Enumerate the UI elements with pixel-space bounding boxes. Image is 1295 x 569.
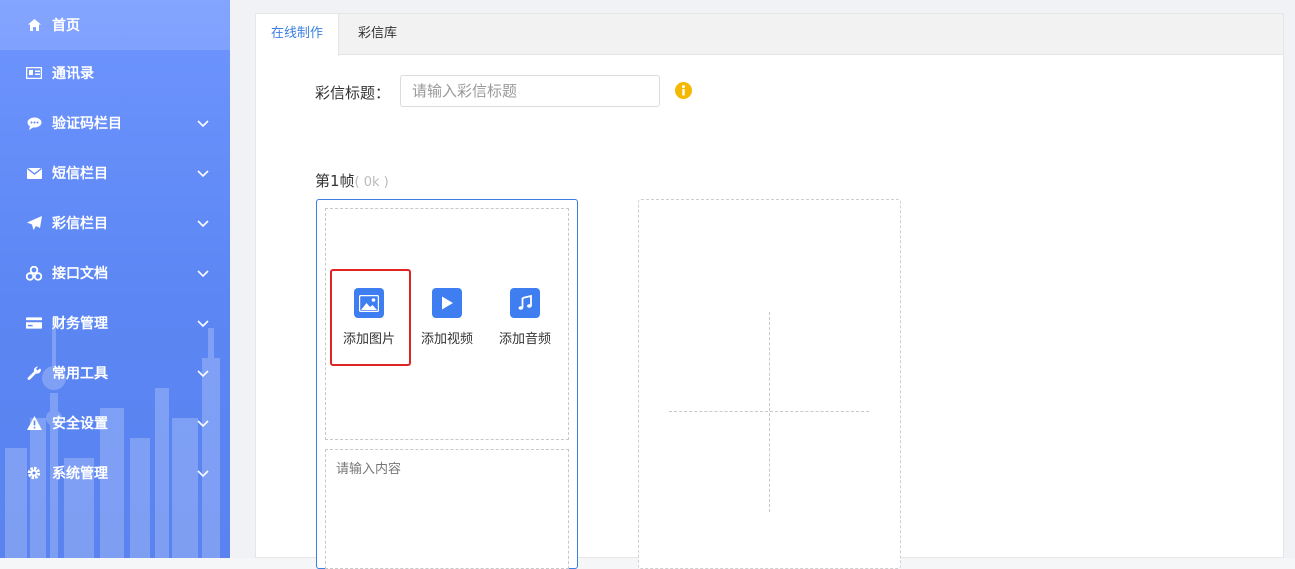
envelope-icon [26,165,42,181]
chat-bubble-icon [26,115,42,131]
chevron-down-icon [197,220,209,228]
sidebar-item-label: 财务管理 [52,316,108,332]
sidebar-item-label: 彩信栏目 [52,216,108,232]
contact-card-icon [26,65,42,81]
chevron-down-icon [197,270,209,278]
chevron-down-icon [197,470,209,478]
frame-size: ( 0k ) [354,175,389,190]
add-audio-button[interactable]: 添加音频 [487,288,563,354]
chevron-down-icon [197,370,209,378]
warning-icon [26,415,42,431]
sidebar-item-label: 系统管理 [52,466,108,482]
chevron-down-icon [197,420,209,428]
mms-title-label: 彩信标题： [315,84,391,102]
add-video-button[interactable]: 添加视频 [409,288,485,354]
sidebar-item-label: 常用工具 [52,366,108,382]
chevron-down-icon [197,170,209,178]
chevron-down-icon [197,320,209,328]
frame-heading: 第1帧( 0k ) [315,170,389,191]
sidebar-item-label: 安全设置 [52,416,108,432]
sidebar-item-contacts[interactable]: 通讯录 [0,48,230,98]
sidebar-item-home[interactable]: 首页 [0,0,230,50]
sidebar-item-label: 接口文档 [52,266,108,282]
sidebar-item-tools[interactable]: 常用工具 [0,348,230,398]
sidebar-item-label: 首页 [52,18,80,34]
sidebar-item-api-docs[interactable]: 接口文档 [0,248,230,298]
chevron-down-icon [197,120,209,128]
sidebar-item-finance[interactable]: 财务管理 [0,298,230,348]
wrench-icon [26,365,42,381]
sidebar-item-security[interactable]: 安全设置 [0,398,230,448]
gear-icon [26,465,42,481]
frame-label: 第1帧 [315,172,355,190]
highlight-box [330,269,411,366]
add-video-label: 添加视频 [420,332,473,347]
tab-bar: 在线制作 彩信库 [256,14,1283,56]
sidebar-item-verification-code[interactable]: 验证码栏目 [0,98,230,148]
api-cubes-icon [26,265,42,281]
sidebar-item-system[interactable]: 系统管理 [0,448,230,498]
sidebar-item-label: 通讯录 [52,66,94,82]
video-play-icon [432,288,462,318]
sidebar-item-sms[interactable]: 短信栏目 [0,148,230,198]
home-icon [26,17,42,33]
paper-plane-icon [26,215,42,231]
tab-online-create[interactable]: 在线制作 [256,14,340,56]
add-audio-label: 添加音频 [498,332,551,347]
credit-card-icon [26,315,42,331]
mms-title-input[interactable] [400,75,660,107]
sidebar: 首页 通讯录 验证码栏目 短信栏目 彩信栏目 接口文档 财务管理 常用工具 安全… [0,0,230,558]
plus-icon-vertical [769,312,770,512]
content-textarea[interactable] [325,449,569,569]
tab-mms-library[interactable]: 彩信库 [343,14,412,55]
sidebar-item-label: 短信栏目 [52,166,108,182]
sidebar-item-mms[interactable]: 彩信栏目 [0,198,230,248]
sidebar-item-label: 验证码栏目 [52,116,122,132]
music-note-icon [510,288,540,318]
info-icon[interactable] [675,82,692,99]
